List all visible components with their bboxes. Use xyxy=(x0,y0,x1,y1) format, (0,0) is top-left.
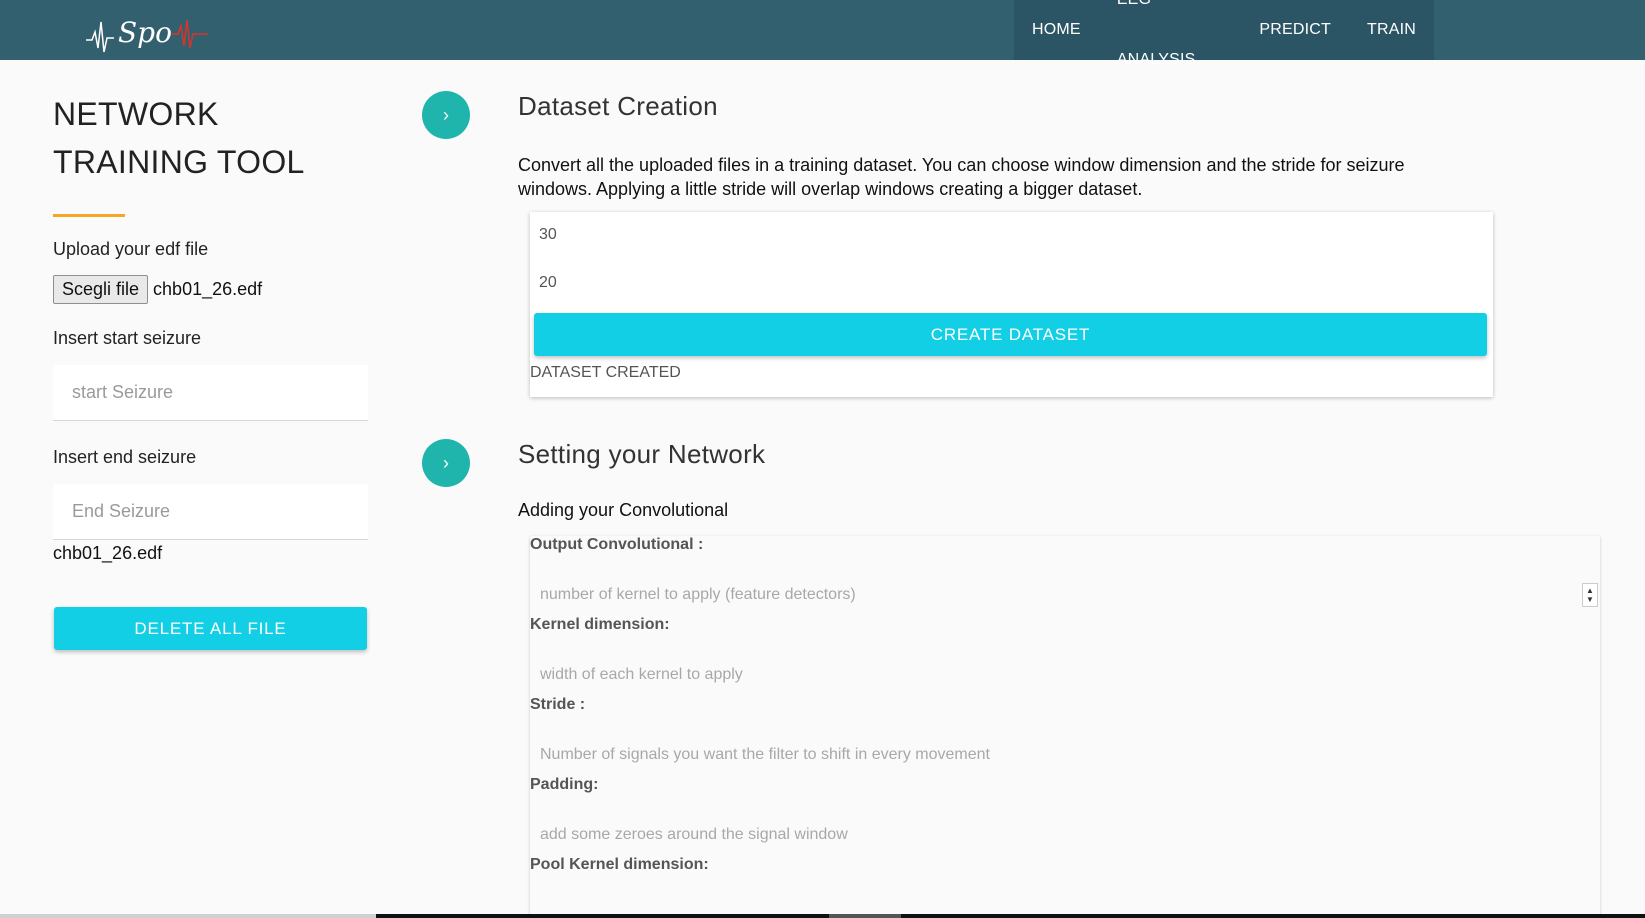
upload-label: Upload your edf file xyxy=(53,239,209,259)
create-dataset-button[interactable]: CREATE DATASET xyxy=(534,313,1487,356)
spinner-up-icon[interactable]: ▲ xyxy=(1586,586,1594,595)
network-section-title: Setting your Network xyxy=(518,439,766,469)
dataset-description: Convert all the uploaded files in a trai… xyxy=(518,155,1405,199)
start-seizure-input[interactable] xyxy=(53,365,368,421)
scrollbar-thumb[interactable] xyxy=(829,914,901,918)
stride-field[interactable] xyxy=(540,740,1580,770)
window-dimension-input[interactable]: 30 xyxy=(539,226,557,244)
choose-file-button[interactable]: Scegli file xyxy=(53,275,149,304)
convolutional-subtitle: Adding your Convolutional xyxy=(518,500,729,520)
horizontal-scrollbar[interactable] xyxy=(376,914,1645,918)
app-logo[interactable]: Spo xyxy=(86,8,226,58)
padding-input[interactable] xyxy=(540,820,1580,850)
nav-predict[interactable]: PREDICT xyxy=(1241,0,1349,60)
title-underline xyxy=(53,214,125,217)
dataset-step-icon: › xyxy=(422,91,470,139)
stride-label: Stride : xyxy=(530,696,586,713)
output-convolutional-input[interactable] xyxy=(540,580,1580,610)
network-step-icon: › xyxy=(422,439,470,487)
main-nav: HOME EEG ANALYSIS PREDICT TRAIN xyxy=(1014,0,1434,68)
chevron-right-icon: › xyxy=(443,104,449,125)
padding-label: Padding: xyxy=(530,776,599,793)
logo-text: Spo xyxy=(118,16,172,49)
page-title-line1: NETWORK xyxy=(53,96,219,132)
nav-home[interactable]: HOME xyxy=(1014,0,1099,60)
scrollbar-track-left xyxy=(0,914,376,918)
pool-kernel-dimension-label: Pool Kernel dimension: xyxy=(530,856,709,873)
convolutional-form: Output Convolutional : ▲ ▼ Kernel dimens… xyxy=(530,536,1600,918)
stride-input[interactable]: 20 xyxy=(539,274,557,292)
end-seizure-input[interactable] xyxy=(53,484,368,540)
nav-train[interactable]: TRAIN xyxy=(1349,0,1434,60)
top-navbar: Spo HOME EEG ANALYSIS PREDICT TRAIN xyxy=(0,0,1645,68)
dataset-card: 30 20 CREATE DATASET DATASET CREATED xyxy=(530,212,1493,397)
end-seizure-label: Insert end seizure xyxy=(53,447,197,467)
uploaded-file-item: chb01_26.edf xyxy=(53,543,163,563)
number-spinner[interactable]: ▲ ▼ xyxy=(1582,583,1598,607)
chevron-right-icon: › xyxy=(443,452,449,473)
dataset-section-title: Dataset Creation xyxy=(518,91,718,121)
start-seizure-label: Insert start seizure xyxy=(53,328,202,348)
file-picker: Scegli file chb01_26.edf xyxy=(53,275,262,304)
spinner-down-icon[interactable]: ▼ xyxy=(1586,595,1594,604)
kernel-dimension-label: Kernel dimension: xyxy=(530,616,670,633)
delete-all-file-button[interactable]: DELETE ALL FILE xyxy=(54,607,367,650)
sidebar-panel: NETWORK TRAINING TOOL Upload your edf fi… xyxy=(53,90,368,650)
chosen-file-name: chb01_26.edf xyxy=(153,279,263,299)
dataset-status: DATASET CREATED xyxy=(530,364,681,381)
page-title: NETWORK TRAINING TOOL xyxy=(53,90,368,186)
nav-eeg-analysis[interactable]: EEG ANALYSIS xyxy=(1099,0,1242,90)
page-title-line2: TRAINING TOOL xyxy=(53,144,305,180)
output-convolutional-label: Output Convolutional : xyxy=(530,536,704,553)
kernel-dimension-input[interactable] xyxy=(540,660,1580,690)
